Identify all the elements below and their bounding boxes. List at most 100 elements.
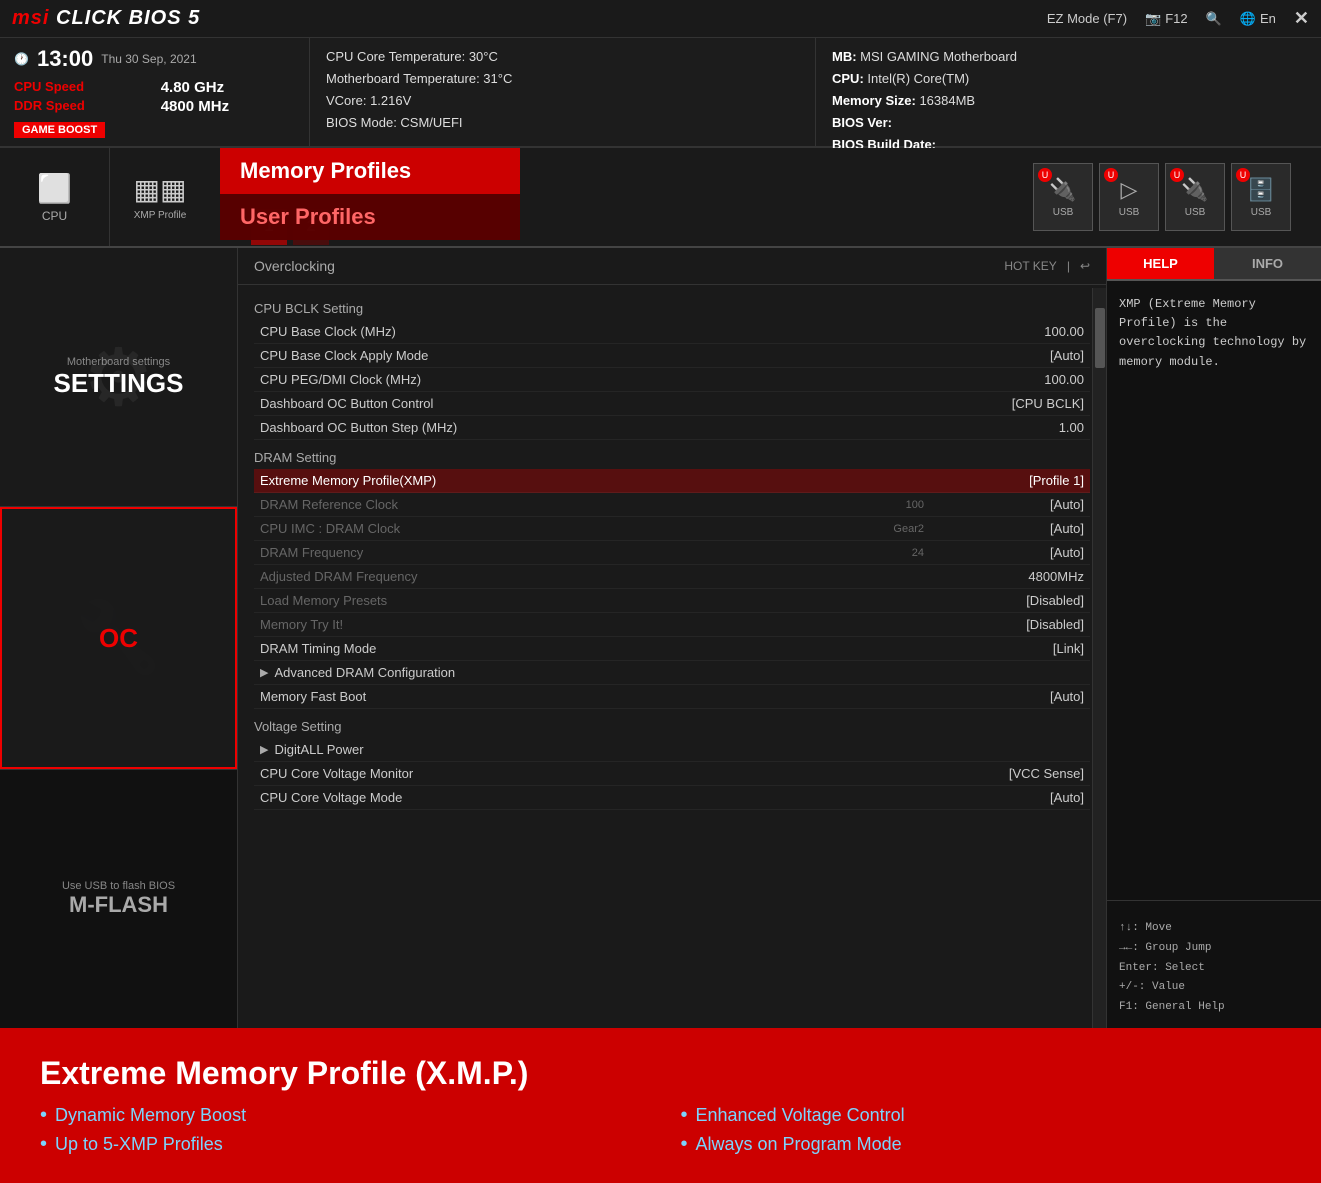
shortcut-value: +/-: Value bbox=[1119, 978, 1309, 998]
shortcut-move: ↑↓: Move bbox=[1119, 919, 1309, 939]
table-row[interactable]: CPU Core Voltage Monitor [VCC Sense] bbox=[254, 762, 1090, 786]
sidebar-mflash[interactable]: Use USB to flash BIOS M-FLASH bbox=[0, 769, 237, 1028]
time-row: 🕐 13:00 Thu 30 Sep, 2021 bbox=[14, 46, 295, 72]
cpu-icon: ⬜ bbox=[37, 172, 72, 205]
memory-profiles-button[interactable]: Memory Profiles bbox=[220, 148, 520, 194]
close-button[interactable]: ✕ bbox=[1294, 8, 1309, 29]
msi-logo: msi CLICK BIOS 5 bbox=[12, 7, 200, 30]
usb-tab-1[interactable]: U 🔌 USB bbox=[1033, 163, 1093, 231]
mem-info: Memory Size: 16384MB bbox=[832, 90, 1305, 112]
cpu-speed-value: 4.80 GHz bbox=[161, 79, 295, 96]
feature-4: • Always on Program Mode bbox=[681, 1133, 1282, 1156]
help-content: XMP (Extreme Memory Profile) is the over… bbox=[1107, 281, 1321, 892]
bullet-3: • bbox=[40, 1133, 47, 1156]
tab-help[interactable]: HELP bbox=[1107, 248, 1214, 279]
settings-sublabel: Motherboard settings bbox=[67, 356, 170, 368]
usb-label-3: USB bbox=[1185, 207, 1206, 218]
scrollbar[interactable] bbox=[1092, 288, 1106, 1028]
f12-button[interactable]: 📷 F12 bbox=[1145, 11, 1188, 27]
table-row[interactable]: CPU Base Clock Apply Mode [Auto] bbox=[254, 344, 1090, 368]
center-panel: Overclocking HOT KEY | ↩ CPU BCLK Settin… bbox=[238, 248, 1106, 1028]
feature-label-1: Dynamic Memory Boost bbox=[55, 1105, 246, 1126]
tab-cpu-label: CPU bbox=[42, 209, 67, 223]
table-row[interactable]: CPU IMC : DRAM Clock Gear2 [Auto] bbox=[254, 517, 1090, 541]
section-cpu-bclk: CPU BCLK Setting bbox=[254, 301, 1090, 316]
table-row[interactable]: CPU Core Voltage Mode [Auto] bbox=[254, 786, 1090, 810]
shortcut-divider bbox=[1107, 900, 1321, 901]
usb-icon-3: 🔌 bbox=[1181, 177, 1208, 203]
table-row[interactable]: CPU PEG/DMI Clock (MHz) 100.00 bbox=[254, 368, 1090, 392]
feature-2: • Enhanced Voltage Control bbox=[681, 1104, 1282, 1127]
shortcut-group: →←: Group Jump bbox=[1119, 939, 1309, 959]
bottom-section: Extreme Memory Profile (X.M.P.) • Dynami… bbox=[0, 1028, 1321, 1183]
tab-cpu[interactable]: ⬜ CPU bbox=[0, 148, 110, 246]
table-row[interactable]: DRAM Reference Clock 100 [Auto] bbox=[254, 493, 1090, 517]
usb-label-2: USB bbox=[1119, 207, 1140, 218]
user-profiles-button[interactable]: User Profiles bbox=[220, 194, 520, 240]
ez-mode-button[interactable]: EZ Mode (F7) bbox=[1047, 11, 1127, 26]
table-row[interactable]: Dashboard OC Button Control [CPU BCLK] bbox=[254, 392, 1090, 416]
table-row-advanced-dram[interactable]: ▶ Advanced DRAM Configuration bbox=[254, 661, 1090, 685]
table-row[interactable]: DRAM Frequency 24 [Auto] bbox=[254, 541, 1090, 565]
bullet-2: • bbox=[681, 1104, 688, 1127]
mb-temp: Motherboard Temperature: 31°C bbox=[326, 68, 799, 90]
table-row[interactable]: Dashboard OC Button Step (MHz) 1.00 bbox=[254, 416, 1090, 440]
status-left: 🕐 13:00 Thu 30 Sep, 2021 CPU Speed 4.80 … bbox=[0, 38, 310, 146]
status-mid: CPU Core Temperature: 30°C Motherboard T… bbox=[310, 38, 816, 146]
speed-grid: CPU Speed 4.80 GHz DDR Speed 4800 MHz bbox=[14, 79, 295, 115]
separator: | bbox=[1067, 259, 1070, 273]
bios-mode: BIOS Mode: CSM/UEFI bbox=[326, 112, 799, 134]
hotkey-label: HOT KEY bbox=[1004, 259, 1056, 273]
help-shortcuts: ↑↓: Move →←: Group Jump Enter: Select +/… bbox=[1107, 909, 1321, 1028]
bottom-features: • Dynamic Memory Boost • Enhanced Voltag… bbox=[40, 1104, 1281, 1156]
search-button[interactable]: 🔍 bbox=[1206, 11, 1222, 27]
cpu-speed-label: CPU Speed bbox=[14, 79, 151, 96]
game-boost-badge[interactable]: GAME BOOST bbox=[14, 122, 105, 138]
feature-label-2: Enhanced Voltage Control bbox=[696, 1105, 905, 1126]
sidebar-settings[interactable]: ⚙ Motherboard settings SETTINGS bbox=[0, 248, 237, 507]
table-row-xmp[interactable]: Extreme Memory Profile(XMP) [Profile 1] bbox=[254, 469, 1090, 493]
table-row[interactable]: DRAM Timing Mode [Link] bbox=[254, 637, 1090, 661]
profiles-dropdown: Memory Profiles User Profiles bbox=[220, 148, 520, 240]
tab-xmp-profile[interactable]: ▦▦ XMP Profile bbox=[110, 148, 210, 246]
bios-table: CPU BCLK Setting CPU Base Clock (MHz) 10… bbox=[238, 285, 1106, 816]
tab-info[interactable]: INFO bbox=[1214, 248, 1321, 279]
sidebar: ⚙ Motherboard settings SETTINGS 🔧 OC Use… bbox=[0, 248, 238, 1028]
settings-label: SETTINGS bbox=[53, 368, 183, 399]
bullet-1: • bbox=[40, 1104, 47, 1127]
feature-label-4: Always on Program Mode bbox=[696, 1134, 902, 1155]
status-right: MB: MSI GAMING Motherboard CPU: Intel(R)… bbox=[816, 38, 1321, 146]
feature-3: • Up to 5-XMP Profiles bbox=[40, 1133, 641, 1156]
bottom-title: Extreme Memory Profile (X.M.P.) bbox=[40, 1055, 1281, 1092]
usb-tabs-area: U 🔌 USB U ▷ USB U 🔌 USB U 🗄️ USB bbox=[1033, 163, 1291, 231]
mflash-label: M-FLASH bbox=[69, 892, 168, 918]
table-row[interactable]: Memory Fast Boot [Auto] bbox=[254, 685, 1090, 709]
ram-icon: ▦▦ bbox=[134, 173, 187, 206]
back-icon[interactable]: ↩ bbox=[1080, 259, 1090, 273]
date-display: Thu 30 Sep, 2021 bbox=[101, 52, 196, 66]
usb-label-1: USB bbox=[1053, 207, 1074, 218]
section-dram: DRAM Setting bbox=[254, 450, 1090, 465]
mflash-sublabel: Use USB to flash BIOS bbox=[62, 880, 175, 892]
cpu-temp: CPU Core Temperature: 30°C bbox=[326, 46, 799, 68]
bullet-4: • bbox=[681, 1133, 688, 1156]
section-voltage: Voltage Setting bbox=[254, 719, 1090, 734]
help-panel: HELP INFO XMP (Extreme Memory Profile) i… bbox=[1106, 248, 1321, 1028]
sidebar-oc[interactable]: 🔧 OC bbox=[0, 507, 237, 769]
table-row-digitall[interactable]: ▶ DigitALL Power bbox=[254, 738, 1090, 762]
usb-icon-2: ▷ bbox=[1121, 177, 1138, 203]
oc-label: OC bbox=[99, 623, 138, 654]
table-row[interactable]: CPU Base Clock (MHz) 100.00 bbox=[254, 320, 1090, 344]
table-row: Adjusted DRAM Frequency 4800MHz bbox=[254, 565, 1090, 589]
help-tabs: HELP INFO bbox=[1107, 248, 1321, 279]
table-row[interactable]: Memory Try It! [Disabled] bbox=[254, 613, 1090, 637]
top-right-buttons: EZ Mode (F7) 📷 F12 🔍 🌐 En ✕ bbox=[1047, 8, 1309, 29]
top-bar: msi CLICK BIOS 5 EZ Mode (F7) 📷 F12 🔍 🌐 … bbox=[0, 0, 1321, 38]
table-row[interactable]: Load Memory Presets [Disabled] bbox=[254, 589, 1090, 613]
usb-badge-4: U bbox=[1236, 168, 1250, 182]
scroll-thumb[interactable] bbox=[1095, 308, 1105, 368]
language-button[interactable]: 🌐 En bbox=[1240, 11, 1276, 27]
usb-tab-2[interactable]: U ▷ USB bbox=[1099, 163, 1159, 231]
usb-tab-3[interactable]: U 🔌 USB bbox=[1165, 163, 1225, 231]
usb-tab-4[interactable]: U 🗄️ USB bbox=[1231, 163, 1291, 231]
